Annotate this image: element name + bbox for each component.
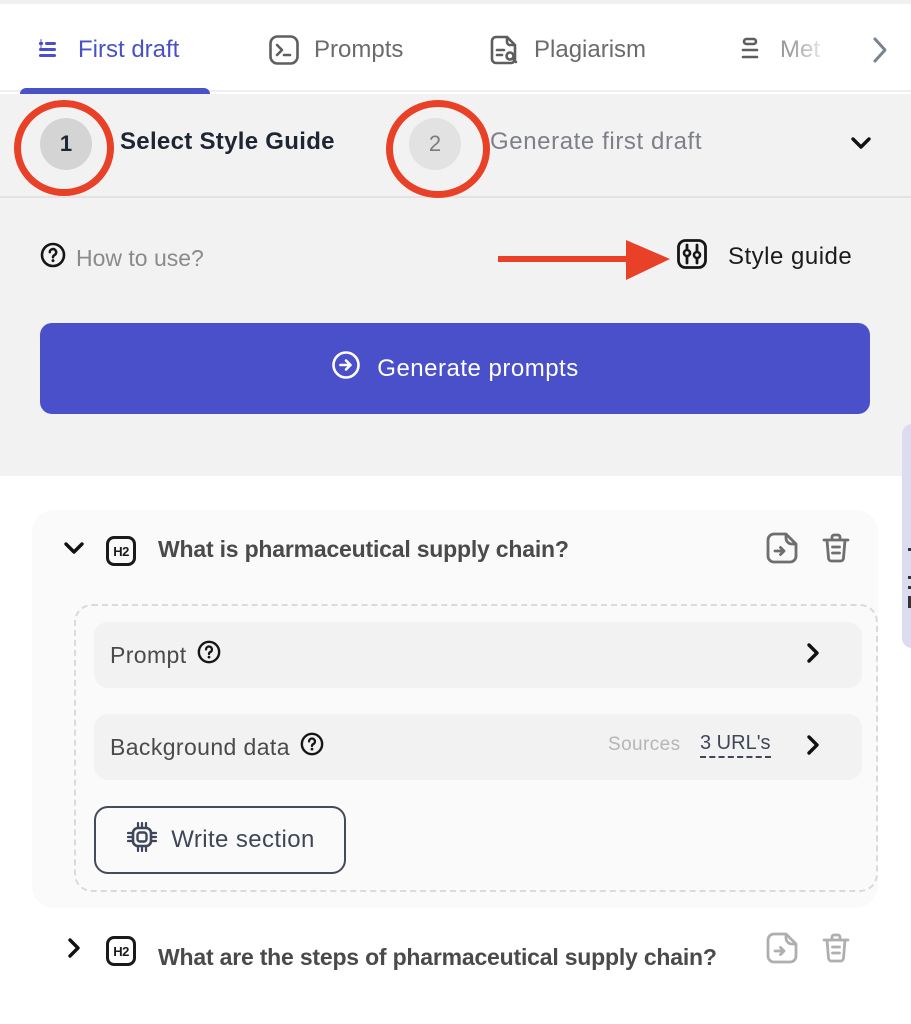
file-insert-icon: [765, 931, 799, 970]
help-circle-icon[interactable]: [300, 732, 324, 762]
step-2-number[interactable]: 2: [409, 118, 461, 170]
background-expand-button[interactable]: [800, 734, 826, 760]
tab-first-draft[interactable]: First draft: [32, 28, 179, 72]
style-guide-button[interactable]: Style guide: [676, 238, 853, 277]
delete-section-button[interactable]: [818, 532, 854, 568]
file-insert-icon: [765, 531, 799, 570]
chevron-down-icon: [63, 541, 85, 560]
tab-bar: First draft Prompts Plagiarism Met: [0, 0, 911, 96]
stepper-toggle-button[interactable]: [846, 130, 876, 160]
insert-section-button[interactable]: [764, 532, 800, 568]
step-2-label[interactable]: Generate first draft: [490, 128, 702, 156]
prompt-label-group: Prompt: [110, 640, 221, 670]
style-guide-label: Style guide: [728, 243, 853, 270]
section-card-collapsed: H2 What are the steps of pharmaceutical …: [32, 920, 878, 1024]
tab-label: Plagiarism: [534, 36, 647, 63]
tabs-next-button[interactable]: [862, 34, 898, 70]
prompt-label: Prompt: [110, 641, 187, 668]
background-data-label: Background data: [110, 733, 290, 760]
annotation-arrow: [498, 240, 670, 280]
prompt-row[interactable]: Prompt: [94, 622, 862, 688]
list-icon: [32, 34, 64, 66]
metrics-icon: [734, 34, 766, 66]
section-body: Prompt Background data Sources 3 URL's W…: [74, 604, 878, 892]
heading-level-badge: H2: [106, 936, 136, 966]
delete-section-button[interactable]: [818, 932, 854, 968]
generate-prompts-button[interactable]: Generate prompts: [40, 323, 870, 414]
tab-plagiarism[interactable]: Plagiarism: [488, 28, 646, 72]
prompt-expand-button[interactable]: [800, 642, 826, 668]
step-1-number[interactable]: 1: [40, 118, 92, 170]
section-title[interactable]: What is pharmaceutical supply chain?: [158, 536, 569, 563]
help-circle-icon: [40, 242, 66, 274]
heading-level-badge: H2: [106, 536, 136, 566]
section-header: H2 What is pharmaceutical supply chain?: [32, 510, 878, 590]
write-section-button[interactable]: Write section: [94, 806, 346, 874]
tab-overflow-fade: [790, 24, 850, 80]
how-to-use-label: How to use?: [76, 244, 204, 271]
style-panel: 1 Select Style Guide 2 Generate first dr…: [0, 94, 911, 476]
document-search-icon: [488, 34, 520, 66]
write-section-label: Write section: [171, 826, 315, 853]
tab-prompts[interactable]: Prompts: [268, 28, 403, 72]
sources-label: Sources: [608, 734, 681, 755]
tab-label: Prompts: [314, 36, 404, 63]
section-title[interactable]: What are the steps of pharmaceutical sup…: [158, 934, 718, 980]
first-draft-panel: First draft Prompts Plagiarism Met: [0, 0, 911, 1024]
chevron-right-icon: [871, 36, 889, 69]
section-expand-button[interactable]: [60, 936, 88, 964]
side-panel-handle[interactable]: [902, 424, 911, 648]
how-to-use-link[interactable]: How to use?: [40, 242, 204, 274]
chip-icon: [125, 820, 159, 861]
section-card: H2 What is pharmaceutical supply chain? …: [32, 510, 878, 908]
help-circle-icon[interactable]: [197, 640, 221, 670]
section-collapse-button[interactable]: [60, 536, 88, 564]
trash-icon: [821, 932, 851, 969]
terminal-icon: [268, 34, 300, 66]
chevron-right-icon: [806, 734, 820, 761]
sources-url-count[interactable]: 3 URL's: [700, 732, 771, 758]
insert-section-button[interactable]: [764, 932, 800, 968]
chevron-right-icon: [806, 642, 820, 669]
chevron-right-icon: [67, 937, 81, 964]
trash-icon: [821, 532, 851, 569]
sliders-icon: [676, 238, 708, 277]
generate-prompts-label: Generate prompts: [377, 354, 579, 382]
tab-label: First draft: [78, 36, 180, 63]
arrow-circle-right-icon: [331, 350, 361, 387]
chevron-down-icon: [850, 136, 872, 155]
stepper: 1 Select Style Guide 2 Generate first dr…: [0, 94, 911, 198]
background-data-row[interactable]: Background data Sources 3 URL's: [94, 714, 862, 780]
background-label-group: Background data: [110, 732, 324, 762]
step-1-label[interactable]: Select Style Guide: [120, 128, 335, 156]
